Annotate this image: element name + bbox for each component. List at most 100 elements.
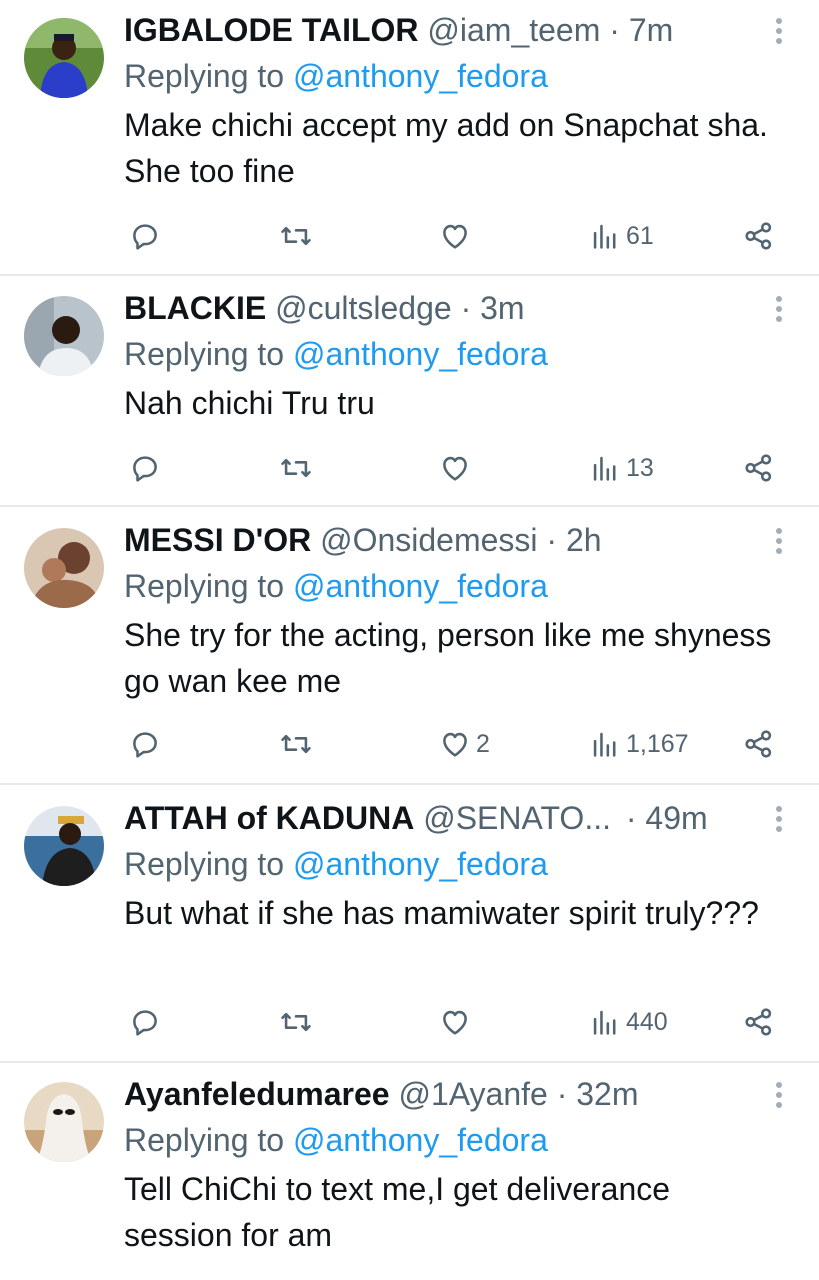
- tweet[interactable]: BLACKIE @cultsledge · 3m Replying to @an…: [0, 278, 819, 506]
- tweet[interactable]: MESSI D'OR @Onsidemessi · 2h Replying to…: [0, 510, 819, 784]
- share-icon: [745, 454, 772, 482]
- view-count: 440: [626, 1007, 668, 1036]
- tweet-text: She try for the acting, person like me s…: [124, 617, 772, 699]
- display-name[interactable]: BLACKIE: [124, 290, 266, 326]
- user-handle[interactable]: @cultsledge: [275, 290, 452, 326]
- retweet-icon: [281, 458, 311, 478]
- more-icon[interactable]: [769, 528, 789, 562]
- display-name[interactable]: ATTAH of KADUNA: [124, 800, 414, 836]
- user-handle[interactable]: @1Ayanfe: [398, 1076, 547, 1112]
- tweet-header: Ayanfeledumaree @1Ayanfe · 32m: [124, 1074, 749, 1114]
- like-icon: [443, 224, 467, 249]
- tweet-header: IGBALODE TAILOR @iam_teem · 7m: [124, 10, 749, 50]
- user-handle[interactable]: @SENATO...: [423, 800, 611, 836]
- views-button[interactable]: 13: [588, 448, 654, 488]
- avatar[interactable]: [24, 1082, 104, 1162]
- tweet-actions: 13: [0, 448, 819, 488]
- more-icon[interactable]: [769, 296, 789, 330]
- share-icon: [745, 222, 772, 250]
- more-icon[interactable]: [769, 1082, 789, 1116]
- views-button[interactable]: 1,167: [588, 724, 689, 764]
- timestamp[interactable]: 7m: [629, 12, 673, 48]
- share-icon: [745, 1008, 772, 1036]
- mention-link[interactable]: @anthony_fedora: [293, 568, 548, 604]
- avatar[interactable]: [24, 296, 104, 376]
- more-icon[interactable]: [769, 806, 789, 840]
- reply-button[interactable]: [128, 448, 162, 488]
- divider: [0, 1061, 819, 1063]
- mention-link[interactable]: @anthony_fedora: [293, 58, 548, 94]
- user-handle[interactable]: @Onsidemessi: [320, 522, 537, 558]
- like-icon: [443, 1010, 467, 1035]
- timestamp[interactable]: 49m: [645, 800, 707, 836]
- like-button[interactable]: 2: [438, 724, 490, 764]
- timestamp[interactable]: 3m: [480, 290, 524, 326]
- share-icon: [745, 730, 772, 758]
- like-button[interactable]: [438, 1002, 476, 1042]
- retweet-button[interactable]: [278, 448, 314, 488]
- tweet-actions: 2 1,167: [0, 724, 819, 764]
- timestamp[interactable]: 32m: [576, 1076, 638, 1112]
- reply-button[interactable]: [128, 1002, 162, 1042]
- like-count: 2: [476, 729, 490, 758]
- view-count: 13: [626, 453, 654, 482]
- tweet-text: Tell ChiChi to text me,I get deliverance…: [124, 1171, 671, 1253]
- display-name[interactable]: Ayanfeledumaree: [124, 1076, 390, 1112]
- replying-label: Replying to: [124, 336, 285, 372]
- retweet-button[interactable]: [278, 724, 314, 764]
- tweet-header: BLACKIE @cultsledge · 3m: [124, 288, 749, 328]
- tweet-header: ATTAH of KADUNA @SENATO... · 49m: [124, 798, 749, 838]
- reply-icon: [133, 732, 157, 758]
- separator-dot: ·: [556, 1076, 568, 1112]
- replying-to: Replying to @anthony_fedora: [124, 566, 548, 606]
- retweet-button[interactable]: [278, 216, 314, 256]
- like-button[interactable]: [438, 448, 476, 488]
- share-button[interactable]: [742, 1002, 776, 1042]
- share-button[interactable]: [742, 216, 776, 256]
- mention-link[interactable]: @anthony_fedora: [293, 336, 548, 372]
- separator-dot: ·: [546, 522, 558, 558]
- tweet[interactable]: Ayanfeledumaree @1Ayanfe · 32m Replying …: [0, 1064, 819, 1280]
- tweet-actions: 61: [0, 216, 819, 256]
- tweet-header: MESSI D'OR @Onsidemessi · 2h: [124, 520, 749, 560]
- mention-link[interactable]: @anthony_fedora: [293, 846, 548, 882]
- divider: [0, 274, 819, 276]
- view-count: 1,167: [626, 729, 689, 758]
- views-button[interactable]: 440: [588, 1002, 668, 1042]
- mention-link[interactable]: @anthony_fedora: [293, 1122, 548, 1158]
- view-count: 61: [626, 221, 654, 250]
- avatar[interactable]: [24, 806, 104, 886]
- display-name[interactable]: MESSI D'OR: [124, 522, 311, 558]
- avatar[interactable]: [24, 18, 104, 98]
- replying-label: Replying to: [124, 1122, 285, 1158]
- reply-icon: [133, 224, 157, 250]
- avatar[interactable]: [24, 528, 104, 608]
- replying-label: Replying to: [124, 846, 285, 882]
- display-name[interactable]: IGBALODE TAILOR: [124, 12, 419, 48]
- tweet-actions: 440: [0, 1002, 819, 1042]
- tweet-text: Make chichi accept my add on Snapchat sh…: [124, 107, 768, 189]
- views-icon: [593, 1010, 616, 1035]
- reply-button[interactable]: [128, 216, 162, 256]
- like-icon: [443, 732, 467, 757]
- views-button[interactable]: 61: [588, 216, 654, 256]
- views-icon: [593, 224, 616, 249]
- tweet[interactable]: IGBALODE TAILOR @iam_teem · 7m Replying …: [0, 0, 819, 276]
- like-button[interactable]: [438, 216, 476, 256]
- retweet-button[interactable]: [278, 1002, 314, 1042]
- user-handle[interactable]: @iam_teem: [427, 12, 600, 48]
- replying-to: Replying to @anthony_fedora: [124, 334, 548, 374]
- tweet-text: But what if she has mamiwater spirit tru…: [124, 895, 759, 931]
- timestamp[interactable]: 2h: [566, 522, 602, 558]
- share-button[interactable]: [742, 448, 776, 488]
- share-button[interactable]: [742, 724, 776, 764]
- retweet-icon: [281, 1012, 311, 1032]
- views-icon: [593, 732, 616, 757]
- reply-icon: [133, 456, 157, 482]
- tweet[interactable]: ATTAH of KADUNA @SENATO... · 49m Replyin…: [0, 788, 819, 1062]
- views-icon: [593, 456, 616, 481]
- reply-button[interactable]: [128, 724, 162, 764]
- separator-dot: ·: [609, 12, 620, 48]
- more-icon[interactable]: [769, 18, 789, 52]
- replying-to: Replying to @anthony_fedora: [124, 1120, 548, 1160]
